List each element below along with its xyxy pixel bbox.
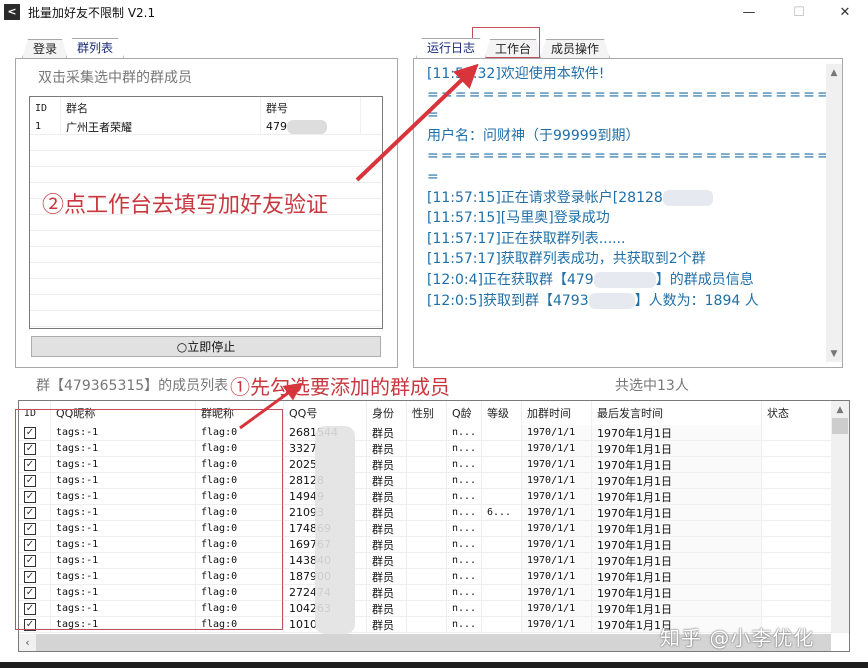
tab-group-list[interactable]: 群列表 <box>66 38 124 58</box>
tab-run-log[interactable]: 运行日志 <box>416 38 486 58</box>
bottom-strip <box>0 662 868 668</box>
watermark: 知乎 @小李优化 <box>660 626 815 650</box>
arrow-to-checkbox <box>239 382 303 430</box>
annotation-arrows <box>239 63 479 430</box>
arrow-to-workbench <box>355 63 479 182</box>
app-window: < 批量加好友不限制 V2.1 — ☐ ✕ 登录 群列表 双击采集选中群的群成员… <box>0 0 868 668</box>
